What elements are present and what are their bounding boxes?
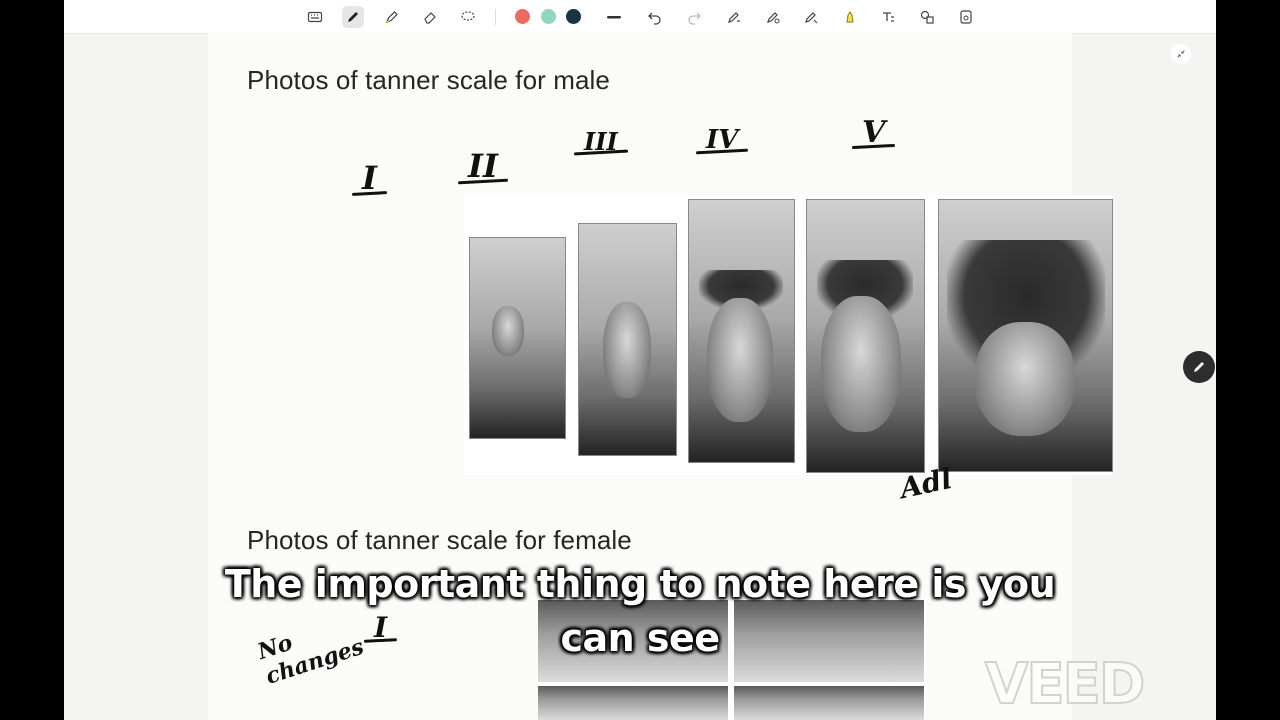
stage-label-1: I bbox=[362, 159, 377, 197]
stage-2-photo bbox=[578, 223, 677, 456]
floating-pen-icon[interactable] bbox=[1183, 351, 1215, 383]
stage-3-photo bbox=[688, 199, 795, 463]
stage-5-photo bbox=[938, 199, 1113, 472]
stage-label-2: II bbox=[468, 147, 498, 185]
color-swatch-red[interactable] bbox=[515, 9, 530, 24]
undo-icon[interactable] bbox=[644, 6, 666, 28]
veed-watermark: VEED bbox=[984, 651, 1146, 718]
heading-male: Photos of tanner scale for male bbox=[247, 65, 610, 95]
collapse-icon[interactable] bbox=[1171, 44, 1191, 64]
highlighter-icon[interactable] bbox=[381, 6, 403, 28]
pen-icon[interactable] bbox=[342, 6, 364, 28]
stroke-width-icon[interactable] bbox=[603, 6, 625, 28]
shape-icon[interactable] bbox=[762, 6, 784, 28]
stage-1-photo bbox=[469, 237, 566, 439]
image-icon[interactable] bbox=[955, 6, 977, 28]
heading-female: Photos of tanner scale for female bbox=[247, 525, 632, 555]
male-tanner-photos bbox=[464, 195, 1113, 475]
color-swatch-dark[interactable] bbox=[566, 9, 581, 24]
female-photo-3 bbox=[538, 686, 728, 720]
pen-mode-icon[interactable] bbox=[800, 6, 822, 28]
stage-label-5: V bbox=[862, 115, 886, 150]
keyboard-icon[interactable] bbox=[304, 6, 326, 28]
stage-label-3: III bbox=[584, 127, 618, 156]
shapes-icon[interactable] bbox=[916, 6, 938, 28]
highlight-icon[interactable] bbox=[839, 6, 861, 28]
text-select-icon[interactable] bbox=[723, 6, 745, 28]
toolbar-divider bbox=[495, 9, 496, 25]
stage-label-4: IV bbox=[706, 125, 739, 155]
redo-icon[interactable] bbox=[683, 6, 705, 28]
color-swatch-mint[interactable] bbox=[541, 9, 556, 24]
text-box-icon[interactable] bbox=[877, 6, 899, 28]
female-photo-4 bbox=[734, 686, 924, 720]
stage-4-photo bbox=[806, 199, 925, 473]
toolbar bbox=[64, 0, 1216, 34]
subtitle-line-1: The important thing to note here is you bbox=[224, 562, 1056, 606]
lasso-icon[interactable] bbox=[457, 6, 479, 28]
eraser-icon[interactable] bbox=[419, 6, 441, 28]
